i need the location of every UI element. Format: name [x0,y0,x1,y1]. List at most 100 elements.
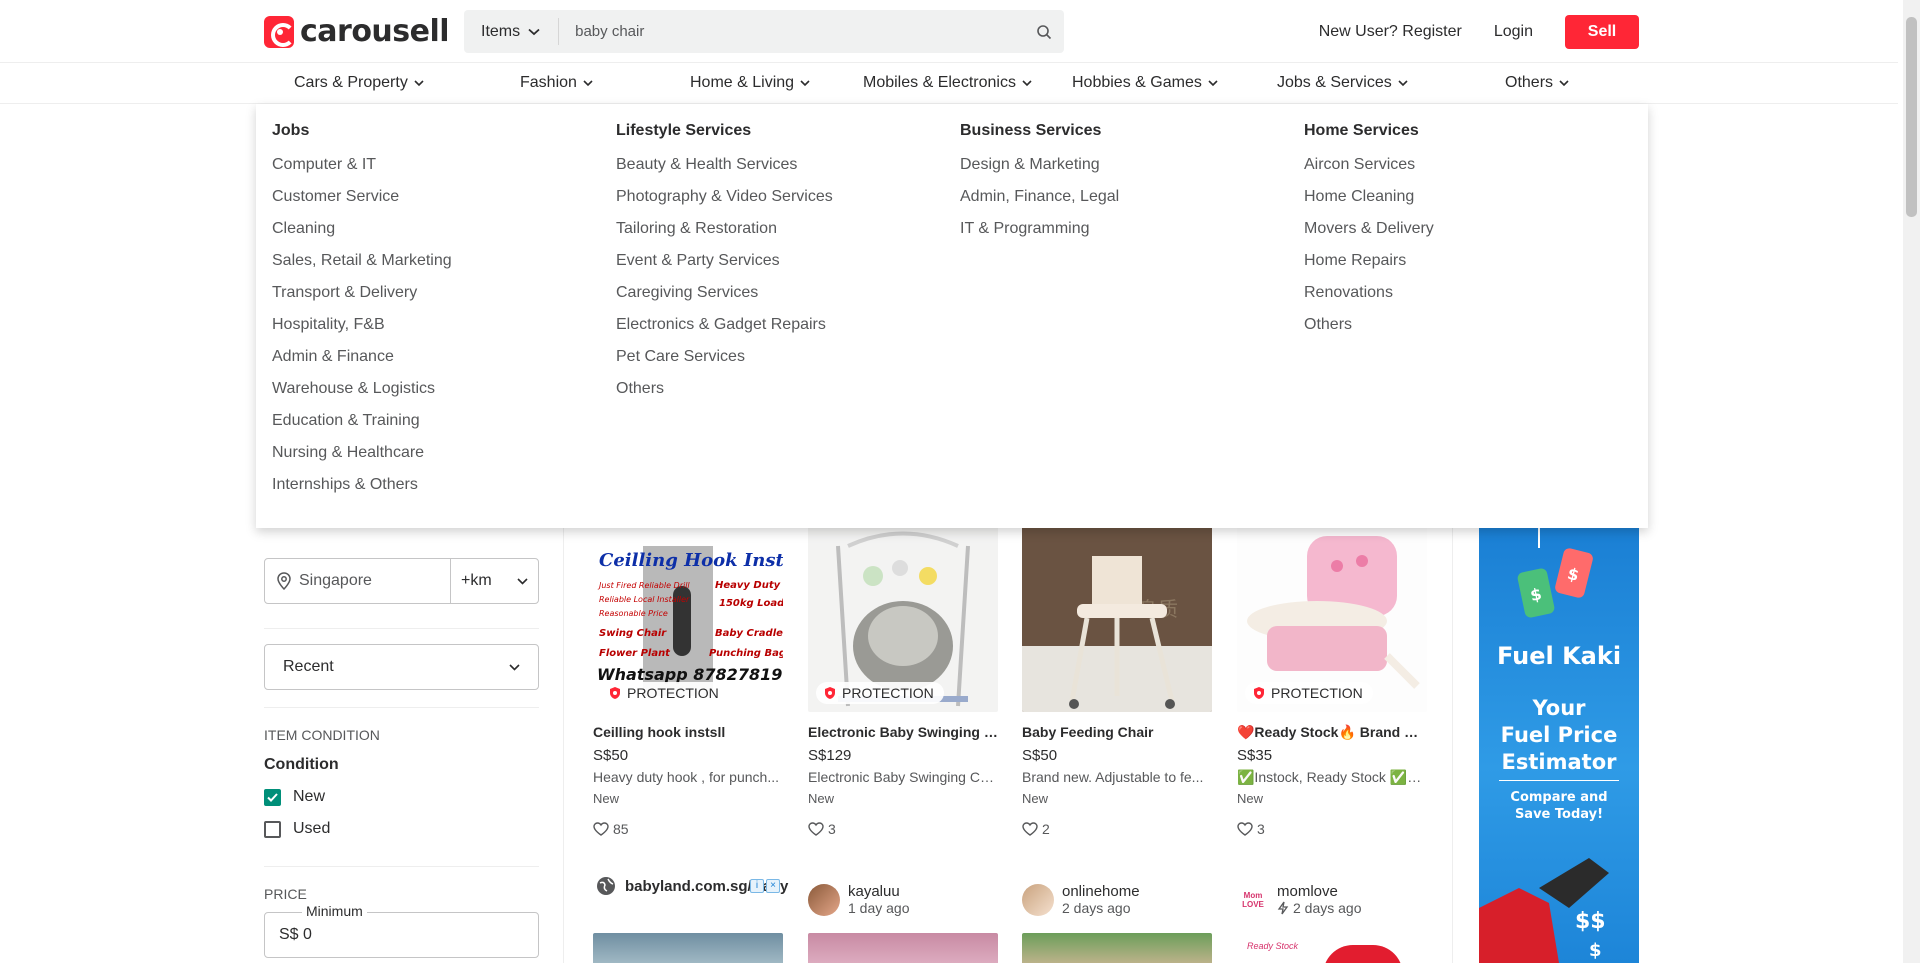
nav-mobiles-electronics[interactable]: Mobiles & Electronics [863,74,1032,92]
menu-item[interactable]: Tailoring & Restoration [616,218,833,250]
menu-item[interactable]: Cleaning [272,218,452,250]
menu-item[interactable]: Hospitality, F&B [272,314,452,346]
condition-label: Used [293,820,331,837]
like-count: 2 [1042,821,1050,837]
like-button[interactable]: 3 [1237,821,1427,837]
menu-column-title: Home Services [1304,122,1419,139]
menu-column-title: Business Services [960,122,1102,139]
menu-item[interactable]: Others [1304,314,1434,346]
listing-image[interactable]: PROTECTION [1237,526,1427,712]
avatar[interactable] [808,883,840,916]
listing-image[interactable] [593,933,783,963]
menu-item[interactable]: Transport & Delivery [272,282,452,314]
menu-item[interactable]: Aircon Services [1304,154,1434,186]
menu-item[interactable]: Admin & Finance [272,346,452,378]
svg-text:Just Fired Reliable Drill: Just Fired Reliable Drill [597,581,690,590]
listing-description: ✅Instock, Ready Stock ✅B... [1237,769,1427,785]
seller-name: kayaluu [848,883,900,900]
search-input[interactable] [559,10,1024,53]
menu-item[interactable]: Warehouse & Logistics [272,378,452,410]
chevron-down-icon [414,79,424,86]
like-button[interactable]: 2 [1022,821,1212,837]
menu-item[interactable]: Education & Training [272,410,452,442]
listing-condition: New [593,791,620,806]
menu-item[interactable]: Design & Marketing [960,154,1119,186]
menu-item[interactable]: Sales, Retail & Marketing [272,250,452,282]
chevron-down-icon [517,577,528,585]
menu-item[interactable]: Pet Care Services [616,346,833,378]
chevron-down-icon [800,79,810,86]
location-field[interactable]: Singapore [265,559,451,603]
listing-image[interactable]: PROTECTION [808,526,998,712]
banner-sub: Save Today! [1514,807,1604,822]
listing-image[interactable]: Ready Stock [1237,933,1427,963]
nav-others[interactable]: Others [1505,74,1569,92]
menu-item[interactable]: Caregiving Services [616,282,833,314]
menu-item[interactable]: Event & Party Services [616,250,833,282]
nav-label: Cars & Property [294,74,408,91]
menu-item[interactable]: Admin, Finance, Legal [960,186,1119,218]
carousell-logo[interactable]: carousell [264,14,450,49]
svg-text:Reliable Local Installer: Reliable Local Installer [599,595,690,604]
like-button[interactable]: 85 [593,821,783,837]
nav-cars-property[interactable]: Cars & Property [294,74,424,92]
avatar[interactable] [1022,883,1054,916]
nav-fashion[interactable]: Fashion [520,74,593,92]
listing-card[interactable]: PROTECTION Electronic Baby Swinging c...… [808,526,998,837]
nav-hobbies-games[interactable]: Hobbies & Games [1072,74,1218,92]
menu-item[interactable]: Beauty & Health Services [616,154,833,186]
listing-image[interactable]: 终身质 [1022,526,1212,712]
register-link[interactable]: New User? Register [1319,23,1462,41]
search-category-dropdown[interactable]: Items [464,18,560,45]
menu-item[interactable]: IT & Programming [960,218,1119,250]
sort-value: Recent [283,658,334,675]
seller-name: onlinehome [1062,883,1140,900]
menu-item[interactable]: Electronics & Gadget Repairs [616,314,833,346]
menu-item[interactable]: Photography & Video Services [616,186,833,218]
like-button[interactable]: 3 [808,821,998,837]
menu-item[interactable]: Internships & Others [272,474,452,506]
menu-item[interactable]: Computer & IT [272,154,452,186]
nav-label: Mobiles & Electronics [863,74,1016,91]
search-button[interactable] [1024,12,1064,52]
chevron-down-icon [509,663,520,671]
listing-image[interactable] [1022,933,1212,963]
listing-price: S$50 [593,747,629,764]
scrollbar-thumb[interactable] [1906,17,1917,217]
nav-home-living[interactable]: Home & Living [690,74,810,92]
logo-text: carousell [300,14,450,49]
listing-card[interactable]: 终身质 Baby Feeding Chair S$50 Brand new. A… [1022,526,1212,837]
listing-image[interactable] [808,933,998,963]
menu-column-jobs: Jobs Computer & IT Customer Service Clea… [272,122,452,506]
menu-item[interactable]: Customer Service [272,186,452,218]
seller-row[interactable]: kayaluu 1 day ago [808,883,910,916]
nav-jobs-services[interactable]: Jobs & Services [1277,74,1408,92]
menu-item[interactable]: Movers & Delivery [1304,218,1434,250]
listing-title: ❤️Ready Stock🔥 Brand Ne... [1237,724,1427,740]
svg-text:Baby Cradle: Baby Cradle [715,628,783,639]
listing-title: Electronic Baby Swinging c... [808,724,998,740]
menu-item[interactable]: Home Cleaning [1304,186,1434,218]
search-category-label: Items [481,22,521,40]
avatar[interactable]: Mom LOVE [1237,883,1269,916]
distance-dropdown[interactable]: +km [451,559,538,603]
seller-row[interactable]: Mom LOVE momlove 2 days ago [1237,883,1362,916]
listing-card[interactable]: PROTECTION ❤️Ready Stock🔥 Brand Ne... S$… [1237,526,1427,837]
like-count: 85 [613,821,629,837]
listing-condition: New [808,791,835,806]
condition-used-checkbox[interactable]: Used [264,820,330,838]
menu-item[interactable]: Others [616,378,833,410]
ad-choices-icon[interactable]: i × [750,879,780,894]
condition-new-checkbox[interactable]: New [264,788,325,806]
menu-item[interactable]: Nursing & Healthcare [272,442,452,474]
menu-item[interactable]: Home Repairs [1304,250,1434,282]
sort-dropdown[interactable]: Recent [264,644,539,690]
menu-item[interactable]: Renovations [1304,282,1434,314]
sell-button[interactable]: Sell [1565,15,1639,49]
listing-image[interactable]: Ceilling Hook Install Just Fired Reliabl… [593,526,783,712]
fuel-kaki-ad-banner[interactable]: $ $ $$ $ Fuel Kaki Your Fuel Price Estim… [1479,528,1639,963]
ad-text: Ceilling Hook Install [599,550,783,571]
listing-card[interactable]: Ceilling Hook Install Just Fired Reliabl… [593,526,783,837]
login-link[interactable]: Login [1494,23,1533,41]
seller-row[interactable]: onlinehome 2 days ago [1022,883,1140,916]
